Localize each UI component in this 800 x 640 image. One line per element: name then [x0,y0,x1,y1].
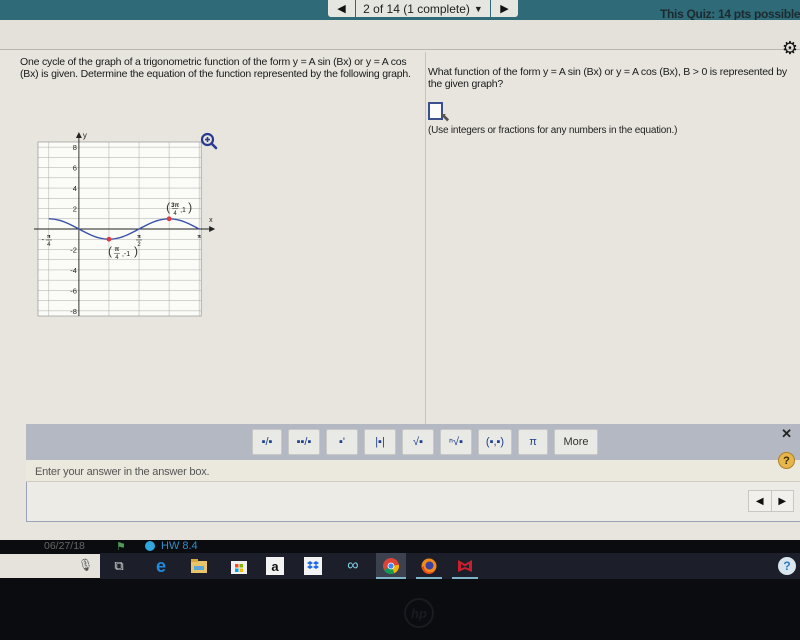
y-tick-label: -4 [70,266,77,275]
store-icon[interactable] [228,556,250,576]
y-axis-arrow-icon [75,132,82,138]
key-point [106,236,112,242]
file-explorer-icon[interactable] [188,556,210,576]
question-header: ⚙ [0,20,800,58]
due-date: 06/27/18 [44,540,85,552]
infinity-icon[interactable]: ∞ [342,556,364,576]
windows-taskbar: ⧉ e a ∞ ? [100,553,800,579]
exponent-button[interactable]: ▪' [326,429,358,455]
answer-hint: (Use integers or fractions for any numbe… [428,125,678,136]
panel-divider [425,52,426,424]
mcafee-open-indicator [452,577,478,579]
answer-panel: What function of the form y = A sin (Bx)… [428,52,800,424]
x-tick-label: π [47,233,51,240]
x-tick-label: π [137,233,141,240]
chrome-active-indicator [376,577,406,579]
x-axis-arrow-icon [209,226,216,232]
assignment-footer: 06/27/18 ⚑ HW 8.4 [0,540,800,554]
y-tick-label: -8 [70,307,77,316]
answer-status-bar: Enter your answer in the answer box. ? [26,452,800,482]
more-button[interactable]: More [554,429,598,455]
help-button[interactable]: ? [778,452,795,469]
help-tray-icon[interactable]: ? [778,557,796,575]
microphone-icon[interactable]: 🎙 [78,558,93,572]
point-label-paren: ) [188,200,192,214]
question-sheet: ⚙ One cycle of the graph of a trigonomet… [0,20,800,540]
key-point [166,216,172,222]
absolute-value-button[interactable]: |▪| [364,429,396,455]
quiz-top-bar: ◀ 2 of 14 (1 complete) ▼ ▶ This Quiz: 14… [0,0,800,21]
y-tick-label: -2 [70,245,77,254]
y-tick-label: 8 [73,143,77,152]
answer-prompt: Enter your answer in the answer box. [35,466,210,478]
quiz-points: This Quiz: 14 pts possible [660,7,800,21]
assignment-link[interactable]: HW 8.4 [161,540,198,552]
pager-prev-button[interactable]: ◀ [749,491,772,511]
answer-question-text: What function of the form y = A sin (Bx)… [428,66,787,90]
question-text: One cycle of the graph of a trigonometri… [20,56,411,80]
x-tick-label: π [197,233,201,240]
square-root-button[interactable]: √▪ [402,429,434,455]
pi-button[interactable]: π [518,429,548,455]
answer-nav-strip: ◀ ▶ [26,482,800,522]
y-axis-label: y [83,132,87,140]
previous-question-button[interactable]: ◀ [328,0,355,17]
point-label-x-num: π [115,247,120,253]
y-tick-label: -6 [70,286,77,295]
hp-logo: hp [404,598,434,628]
point-label-paren: ( [108,244,112,258]
y-tick-label: 6 [73,164,77,173]
point-label-x-num: 3π [171,203,179,209]
firefox-open-indicator [416,577,442,579]
point-label-y: ,-1 [122,251,130,258]
chrome-icon[interactable] [376,553,406,579]
edge-icon[interactable]: e [150,556,172,576]
point-label-y: ,1 [180,207,186,214]
chevron-left-icon: ◀ [337,3,346,15]
answer-pager: ◀ ▶ [748,490,794,512]
question-selector-label: 2 of 14 (1 complete) [363,1,470,16]
trig-graph: yx8642-2-4-6-8π4-π2π(π4 ,-1)(3π4,1) [34,132,216,317]
question-selector[interactable]: 2 of 14 (1 complete) ▼ [356,0,490,17]
caret-down-icon: ▼ [473,3,483,14]
amazon-icon[interactable]: a [266,557,284,575]
y-tick-label: 2 [73,205,77,214]
status-dot-icon [145,541,155,551]
math-palette: ▪/▪ ▪▪/▪ ▪' |▪| √▪ ⁿ√▪ (▪,▪) π More ✕ [26,424,800,460]
mcafee-icon[interactable] [454,556,476,576]
dropbox-icon[interactable] [304,557,322,575]
x-axis-label: x [209,217,213,224]
next-question-button[interactable]: ▶ [491,0,518,17]
question-panel: One cycle of the graph of a trigonometri… [12,52,424,424]
point-label-paren: ( [166,200,170,214]
mouse-cursor-icon: ⬉ [440,110,451,124]
task-view-icon[interactable]: ⧉ [108,556,130,576]
flag-icon[interactable]: ⚑ [116,540,126,553]
chevron-right-icon: ▶ [500,3,509,15]
ordered-pair-button[interactable]: (▪,▪) [478,429,512,455]
pager-next-button[interactable]: ▶ [772,491,794,511]
close-icon[interactable]: ✕ [781,426,792,442]
firefox-icon[interactable] [418,556,440,576]
nth-root-button[interactable]: ⁿ√▪ [440,429,472,455]
fraction-button[interactable]: ▪/▪ [252,429,282,455]
point-label-paren: ) [134,244,138,258]
mixed-number-button[interactable]: ▪▪/▪ [288,429,320,455]
y-tick-label: 4 [73,184,77,193]
